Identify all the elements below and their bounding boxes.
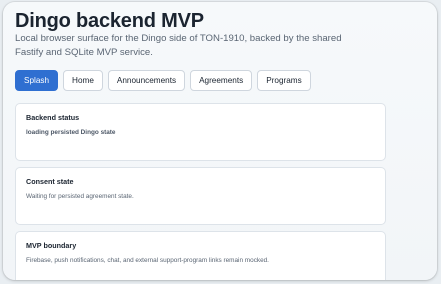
app-window: Dingo backend MVP Local browser surface …: [3, 2, 437, 280]
tab-splash[interactable]: Splash: [15, 70, 59, 91]
card-title: Backend status: [26, 113, 80, 122]
consent-state-text: Waiting for persisted agreement state.: [26, 193, 134, 200]
tab-home[interactable]: Home: [63, 70, 103, 91]
tab-agreements[interactable]: Agreements: [190, 70, 253, 91]
card-title: MVP boundary: [26, 241, 77, 250]
tab-announcements[interactable]: Announcements: [107, 70, 186, 91]
page-subtitle: Local browser surface for the Dingo side…: [15, 33, 342, 58]
tab-programs[interactable]: Programs: [257, 70, 311, 91]
consent-state-card: Consent state Waiting for persisted agre…: [15, 167, 386, 225]
tab-bar: Splash Home Announcements Agreements Pro…: [15, 70, 311, 91]
backend-status-card: Backend status loading persisted Dingo s…: [15, 103, 386, 161]
page-title: Dingo backend MVP: [15, 10, 204, 32]
backend-status-text: loading persisted Dingo state: [26, 129, 116, 136]
mvp-boundary-text: Firebase, push notifications, chat, and …: [26, 257, 269, 264]
card-title: Consent state: [26, 177, 74, 186]
mvp-boundary-card: MVP boundary Firebase, push notification…: [15, 231, 386, 280]
